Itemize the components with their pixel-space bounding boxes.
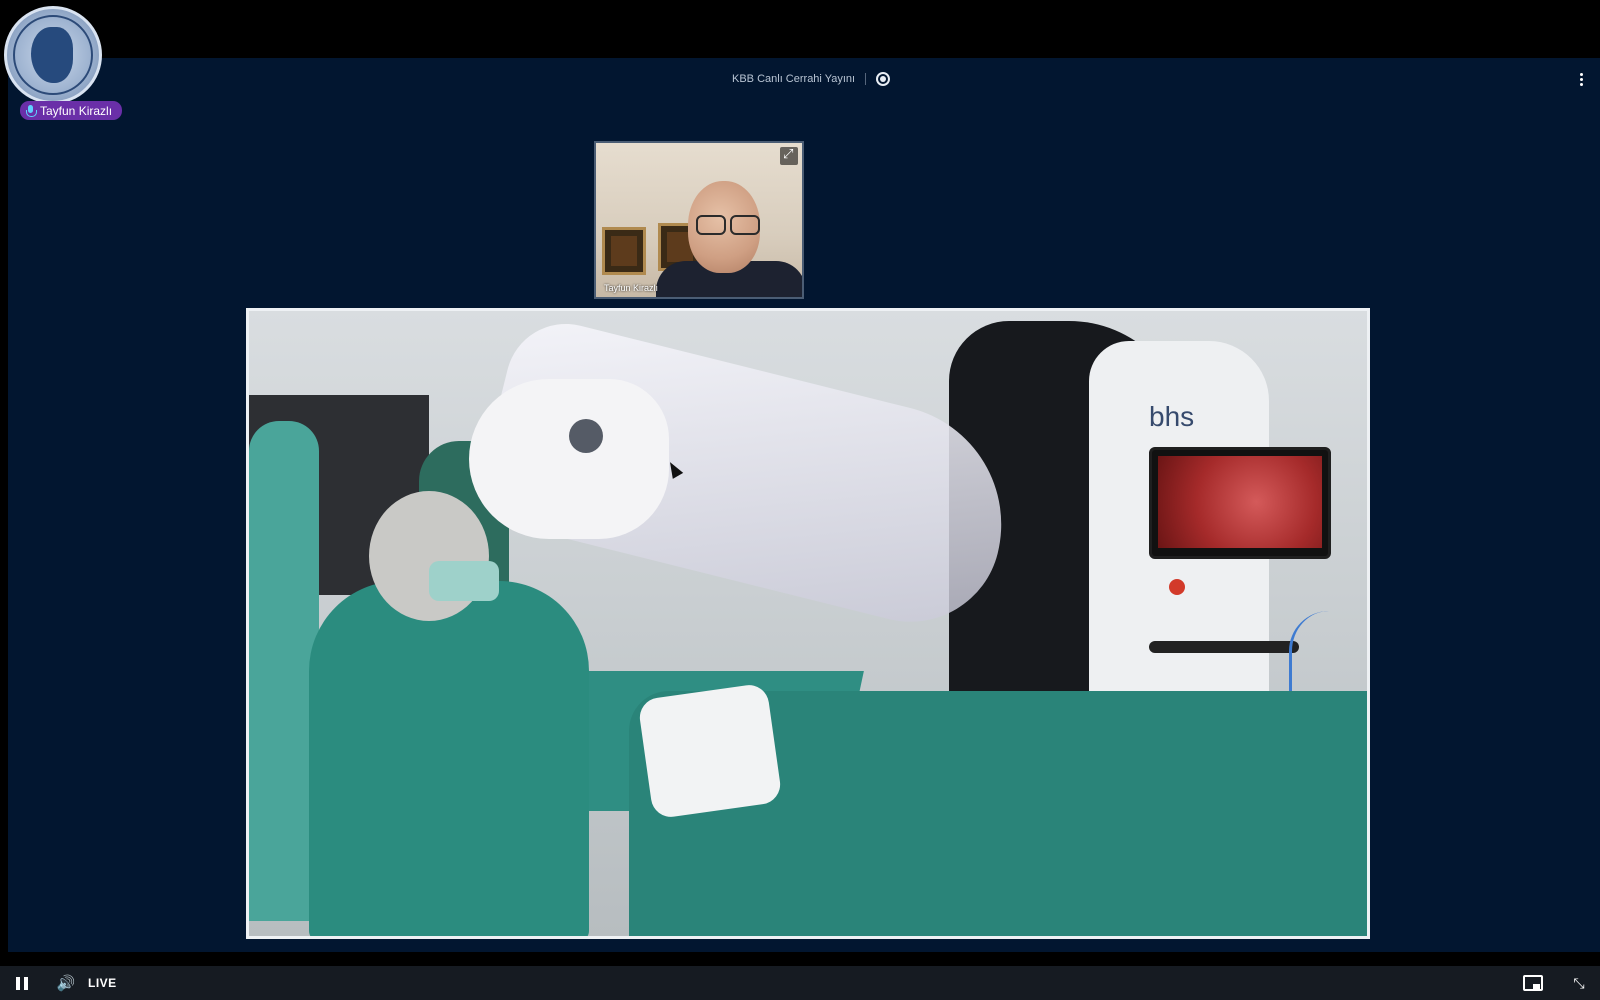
- robot-brand-label: bhs: [1149, 401, 1195, 432]
- volume-icon[interactable]: 🔊: [56, 966, 76, 1000]
- microphone-icon: [26, 104, 37, 117]
- exit-fullscreen-icon[interactable]: ⤡: [1568, 966, 1590, 1000]
- presenter-glasses: [692, 215, 762, 235]
- header-divider: [865, 73, 867, 85]
- surgeon: [309, 581, 589, 936]
- presenter-video-tile[interactable]: Tayfun Kirazlı: [594, 141, 804, 299]
- robot-monitor: [1149, 447, 1331, 559]
- pause-icon[interactable]: [12, 966, 32, 1000]
- main-surgery-video[interactable]: bhs: [246, 308, 1370, 939]
- surgeon-mask: [429, 561, 499, 601]
- surgeon-head: [369, 491, 489, 621]
- wall-picture-frame: [602, 227, 646, 275]
- record-icon[interactable]: [876, 72, 891, 86]
- more-options-icon[interactable]: [1578, 73, 1584, 89]
- stream-title: KBB Canlı Cerrahi Yayını: [732, 73, 856, 85]
- top-black-bar: [0, 0, 1600, 58]
- active-speaker-name: Tayfun Kirazlı: [40, 103, 113, 118]
- emergency-stop-button: [1169, 579, 1185, 595]
- robotic-scope-head: [469, 379, 669, 539]
- robot-handle: [1149, 641, 1299, 653]
- society-logo: [4, 6, 102, 104]
- live-label: LIVE: [88, 976, 117, 990]
- player-control-bar: 🔊 LIVE ⤡: [0, 966, 1600, 1000]
- expand-icon[interactable]: [780, 146, 798, 165]
- picture-in-picture-icon[interactable]: [1522, 966, 1544, 1000]
- presenter-name-label: Tayfun Kirazlı: [604, 283, 659, 293]
- stage-left-gutter: [0, 58, 8, 952]
- active-speaker-badge: Tayfun Kirazlı: [20, 101, 123, 120]
- stream-header: KBB Canlı Cerrahi Yayını: [732, 72, 891, 86]
- scope-lens: [569, 419, 603, 453]
- patient-head-cover: [637, 682, 783, 820]
- monitor-surgical-view: [1158, 456, 1322, 548]
- logo-profile-graphic: [31, 27, 73, 83]
